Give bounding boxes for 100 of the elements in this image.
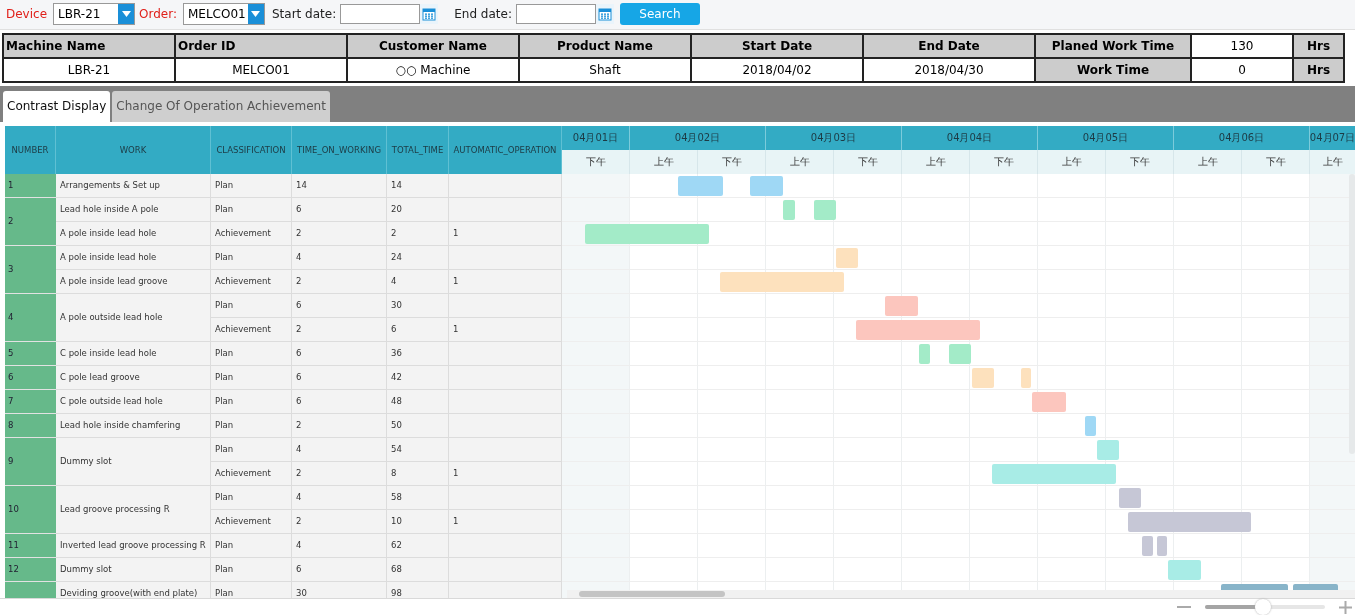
half-day-header: 下午 <box>834 149 902 174</box>
number-cell: 2 <box>5 197 56 246</box>
calendar-icon <box>422 7 437 22</box>
table-cell: C pole inside lead hole <box>56 341 211 366</box>
table-cell: Plan <box>211 293 292 318</box>
summary-value: 130 <box>1191 33 1293 58</box>
zoom-in-icon[interactable] <box>1339 600 1352 614</box>
table-cell: Plan <box>211 341 292 366</box>
table-cell: 1 <box>449 317 562 342</box>
order-select[interactable]: MELCO01 <box>183 3 265 26</box>
table-cell: 8 <box>387 461 449 486</box>
half-day-header: 上午 <box>1310 149 1355 174</box>
table-cell: 14 <box>292 173 387 198</box>
end-date-field[interactable] <box>515 4 596 25</box>
table-cell: 50 <box>387 413 449 438</box>
table-cell: 2 <box>292 221 387 246</box>
column-header: Start Date <box>691 33 863 58</box>
table-cell: Achievement <box>211 269 292 294</box>
table-cell: 6 <box>292 293 387 318</box>
column-header: Order ID <box>175 33 347 58</box>
gantt-bar <box>1021 367 1031 388</box>
gantt-bar <box>1097 439 1119 460</box>
start-date-field[interactable] <box>340 4 421 25</box>
table-cell: 58 <box>387 485 449 510</box>
day-header: 04月05日 <box>1038 125 1174 150</box>
device-select[interactable]: LBR-21 <box>53 3 136 26</box>
table-cell: 42 <box>387 365 449 390</box>
table-cell: Dummy slot <box>56 557 211 582</box>
table-cell: A pole inside lead hole <box>56 245 211 270</box>
table-cell: A pole inside lead groove <box>56 269 211 294</box>
table-cell: 2 <box>292 509 387 534</box>
table-cell: Achievement <box>211 509 292 534</box>
table-cell: 1 <box>449 221 562 246</box>
table-cell: C pole lead groove <box>56 365 211 390</box>
gantt-bar <box>1168 559 1201 580</box>
horizontal-scrollbar[interactable] <box>567 590 1355 598</box>
table-cell: Plan <box>211 365 292 390</box>
table-cell: 4 <box>292 533 387 558</box>
table-cell: Arrangements & Set up <box>56 173 211 198</box>
table-cell: 62 <box>387 533 449 558</box>
table-cell: 6 <box>387 317 449 342</box>
table-cell: Plan <box>211 437 292 462</box>
half-day-header: 上午 <box>1174 149 1242 174</box>
column-header: TOTAL_TIME <box>387 125 449 174</box>
table-cell: 6 <box>292 365 387 390</box>
table-cell: 1 <box>449 461 562 486</box>
half-day-header: 下午 <box>970 149 1038 174</box>
tab[interactable]: Contrast Display <box>3 90 111 122</box>
order-label: Order: <box>139 7 177 22</box>
table-cell: Plan <box>211 533 292 558</box>
number-cell: 11 <box>5 533 56 558</box>
table-cell: 2018/04/02 <box>691 57 863 82</box>
table-cell: 4 <box>292 485 387 510</box>
table-cell: Plan <box>211 197 292 222</box>
caret-icon <box>251 11 261 18</box>
table-cell: Plan <box>211 557 292 582</box>
table-cell: 14 <box>387 173 449 198</box>
number-cell: 4 <box>5 293 56 342</box>
tab[interactable]: Change Of Operation Achievement <box>112 90 330 122</box>
number-cell: 10 <box>5 485 56 534</box>
table-cell: 54 <box>387 437 449 462</box>
table-cell: 4 <box>292 437 387 462</box>
table-cell: 4 <box>387 269 449 294</box>
table-cell: Plan <box>211 245 292 270</box>
table-cell: Achievement <box>211 221 292 246</box>
table-cell: Plan <box>211 485 292 510</box>
column-header: End Date <box>863 33 1035 58</box>
half-day-header: 上午 <box>630 149 698 174</box>
column-header: Customer Name <box>347 33 519 58</box>
table-cell: 10 <box>387 509 449 534</box>
table-cell: 24 <box>387 245 449 270</box>
half-day-header: 下午 <box>1242 149 1310 174</box>
gantt-bar <box>836 247 858 268</box>
day-header: 04月01日 <box>562 125 630 150</box>
calendar-icon <box>597 7 612 22</box>
gantt-bar <box>750 175 783 196</box>
table-cell: A pole outside lead hole <box>56 293 211 342</box>
gantt-bar <box>885 295 918 316</box>
column-header: Machine Name <box>3 33 175 58</box>
gantt-bar <box>1085 415 1096 436</box>
half-day-header: 下午 <box>1106 149 1174 174</box>
number-cell: 1 <box>5 173 56 198</box>
number-cell: 6 <box>5 365 56 390</box>
table-cell: 2 <box>292 317 387 342</box>
table-cell: Lead hole inside A pole <box>56 197 211 222</box>
half-day-header: 下午 <box>562 149 630 174</box>
table-cell: 6 <box>292 557 387 582</box>
start-date-label: Start date: <box>272 7 337 22</box>
gantt-bar <box>972 367 994 388</box>
column-header: NUMBER <box>5 125 56 174</box>
table-cell: Shaft <box>519 57 691 82</box>
table-cell: 36 <box>387 341 449 366</box>
gantt-bar <box>1157 535 1167 556</box>
column-header: TIME_ON_WORKING <box>292 125 387 174</box>
gantt-bar <box>678 175 723 196</box>
table-cell: Plan <box>211 389 292 414</box>
table-cell: 2 <box>292 269 387 294</box>
slider-thumb[interactable] <box>1254 599 1271 615</box>
number-cell: 9 <box>5 437 56 486</box>
table-cell: Achievement <box>211 461 292 486</box>
